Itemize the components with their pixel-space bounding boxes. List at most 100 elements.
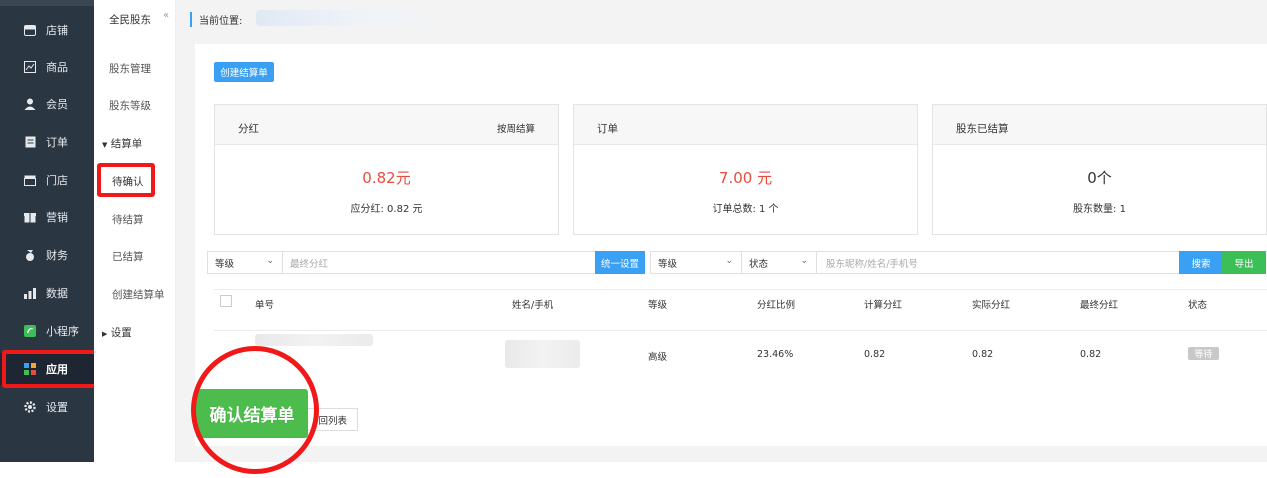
select-all-checkbox[interactable]	[220, 295, 232, 307]
column-header-ratio: 分红比例	[757, 300, 796, 311]
sidebar-item-label: 会员	[46, 98, 68, 111]
column-header-order-no: 单号	[255, 300, 275, 311]
sidebar-item-marketing[interactable]: 营销	[0, 201, 94, 233]
level-select-value: 等级	[215, 258, 235, 270]
member-icon	[23, 97, 37, 111]
sidebar-item-label: 订单	[46, 136, 68, 149]
card-header: 订单	[574, 105, 917, 145]
chevron-down-icon: ⌄	[800, 256, 808, 266]
chevron-down-icon: ⌄	[266, 256, 274, 266]
highlight-apps-annotation	[2, 350, 98, 388]
card-header: 股东已结算	[933, 105, 1266, 145]
column-header-actual-dividend: 实际分红	[972, 300, 1011, 311]
create-settlement-button[interactable]: 创建结算单	[214, 62, 274, 82]
goods-icon	[23, 60, 37, 74]
final-dividend-input[interactable]: 最终分红	[282, 251, 596, 274]
name-phone-redacted	[505, 340, 580, 368]
order-no-redacted	[255, 334, 373, 346]
level-select[interactable]: 等级 ⌄	[207, 251, 283, 274]
sidebar-item-label: 设置	[46, 401, 68, 414]
card-subtext: 股东数量: 1	[1073, 204, 1126, 215]
sidebar-item-label: 门店	[46, 174, 68, 187]
order-icon	[23, 135, 37, 149]
sidebar-item-order[interactable]: 订单	[0, 126, 94, 158]
card-value: 0.82元	[362, 169, 411, 187]
subnav-group-label: 设置	[110, 327, 132, 339]
search-button[interactable]: 搜索	[1179, 251, 1223, 274]
column-header-status: 状态	[1188, 300, 1208, 311]
stat-card-orders: 订单 7.00 元 订单总数: 1 个	[573, 104, 918, 235]
export-button[interactable]: 导出	[1222, 251, 1266, 274]
finance-icon	[23, 248, 37, 262]
caret-right-icon: ▶	[102, 330, 108, 338]
stat-card-settled: 股东已结算 0个 股东数量: 1	[932, 104, 1267, 235]
card-value: 0个	[1087, 169, 1112, 187]
card-title: 分红	[238, 123, 259, 135]
cell-level: 高级	[648, 352, 668, 363]
column-header-final-dividend: 最终分红	[1080, 300, 1119, 311]
sidebar-item-data[interactable]: 数据	[0, 277, 94, 309]
sidebar-item-goods[interactable]: 商品	[0, 51, 94, 83]
subnav-item-levels[interactable]: 股东等级	[109, 98, 151, 113]
column-header-level: 等级	[648, 300, 668, 311]
stat-card-dividend: 分红 按周结算 0.82元 应分红: 0.82 元	[214, 104, 559, 235]
level-filter-value: 等级	[658, 258, 678, 270]
data-icon	[23, 286, 37, 300]
sidebar-item-settings[interactable]: 设置	[0, 391, 94, 423]
subnav-item-pending-settle[interactable]: 待结算	[112, 212, 144, 227]
sidebar-item-miniprogram[interactable]: 小程序	[0, 315, 94, 347]
status-filter-select[interactable]: 状态 ⌄	[741, 251, 817, 274]
shop-icon	[23, 173, 37, 187]
status-filter-value: 状态	[749, 258, 769, 270]
app-root: 店铺 商品 会员 订单 门店 营销 财务 数据 小程序 应用 设置 全民股东 股…	[0, 0, 1267, 474]
store-icon	[23, 23, 37, 37]
subnav-title: 全民股东	[109, 14, 151, 26]
card-value: 7.00 元	[718, 169, 773, 187]
sidebar-item-label: 商品	[46, 61, 68, 74]
sidebar-item-label: 营销	[46, 211, 68, 224]
sidebar-item-member[interactable]: 会员	[0, 88, 94, 120]
level-filter-select[interactable]: 等级 ⌄	[650, 251, 742, 274]
sidebar-top-strip	[0, 0, 94, 6]
column-header-name-phone: 姓名/手机	[512, 300, 554, 311]
table-top-divider	[214, 289, 1267, 290]
marketing-icon	[23, 210, 37, 224]
subnav-item-shareholders[interactable]: 股东管理	[109, 61, 151, 76]
gear-icon	[23, 400, 37, 414]
sidebar-item-store[interactable]: 店铺	[0, 14, 94, 46]
card-header: 分红 按周结算	[215, 105, 558, 145]
cell-actual-dividend: 0.82	[972, 349, 994, 360]
card-subtext: 订单总数: 1 个	[712, 204, 779, 215]
subnav-group-settlement[interactable]: ▼ 结算单	[102, 136, 142, 151]
search-input[interactable]: 股东昵称/姓名/手机号	[816, 251, 1180, 274]
card-title: 股东已结算	[956, 123, 1009, 135]
subnav-group-settings[interactable]: ▶ 设置	[102, 325, 132, 340]
card-subtext: 应分红: 0.82 元	[350, 204, 423, 215]
miniprogram-icon	[23, 324, 37, 338]
collapse-sidebar-icon[interactable]: «	[163, 10, 177, 24]
search-placeholder: 股东昵称/姓名/手机号	[826, 258, 918, 270]
sub-sidebar: 全民股东 股东管理 股东等级 ▼ 结算单 待确认 待结算 已结算 创建结算单 ▶…	[94, 0, 176, 462]
cell-ratio: 23.46%	[757, 349, 794, 360]
status-badge: 等待	[1188, 347, 1219, 360]
cell-final-dividend: 0.82	[1080, 349, 1102, 360]
sidebar-item-label: 财务	[46, 249, 68, 262]
table-header-divider	[214, 330, 1267, 331]
column-header-calc-dividend: 计算分红	[864, 300, 903, 311]
highlight-confirm-annotation	[191, 346, 319, 474]
unify-settings-button[interactable]: 统一设置	[595, 251, 645, 274]
sidebar-item-shop[interactable]: 门店	[0, 164, 94, 196]
subnav-group-label: 结算单	[110, 138, 143, 150]
card-period: 按周结算	[496, 124, 535, 135]
subnav-item-settled[interactable]: 已结算	[112, 249, 144, 264]
sidebar-item-label: 店铺	[46, 24, 68, 37]
caret-down-icon: ▼	[102, 141, 108, 149]
sidebar-item-finance[interactable]: 财务	[0, 239, 94, 271]
chevron-down-icon: ⌄	[725, 256, 733, 266]
sidebar-item-label: 小程序	[46, 325, 79, 338]
subnav-item-create-settlement[interactable]: 创建结算单	[112, 287, 165, 302]
breadcrumb: 当前位置:	[190, 12, 242, 27]
sidebar-item-label: 数据	[46, 287, 68, 300]
breadcrumb-redacted	[256, 10, 456, 26]
card-title: 订单	[597, 123, 618, 135]
